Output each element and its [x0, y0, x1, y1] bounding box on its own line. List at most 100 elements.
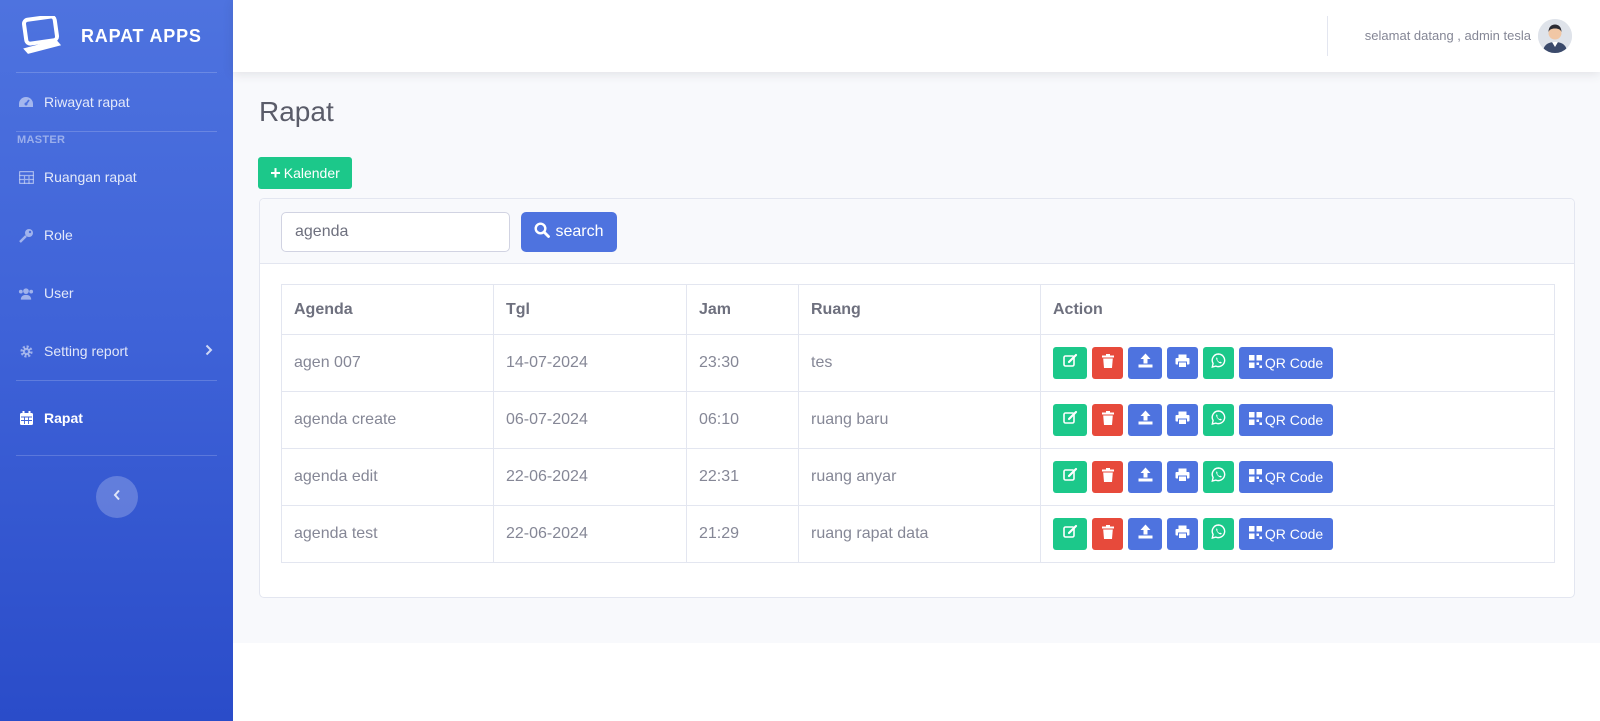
upload-icon: [1138, 410, 1153, 430]
page-title: Rapat: [259, 96, 334, 127]
cell-tgl: 14-07-2024: [493, 334, 687, 392]
trash-icon: [1101, 410, 1114, 430]
edit-icon: [1062, 467, 1078, 487]
delete-button[interactable]: [1092, 347, 1123, 379]
sidebar-item-riwayat-rapat[interactable]: Riwayat rapat: [0, 73, 233, 131]
row-actions: QR Code: [1053, 518, 1542, 550]
kalender-button-label: Kalender: [283, 165, 340, 181]
sidebar-item-label: Rapat: [44, 410, 83, 426]
whatsapp-icon: [1211, 524, 1226, 544]
main-content: Rapat + Kalender search Agenda Tgl Jam: [233, 72, 1600, 643]
edit-button[interactable]: [1053, 461, 1087, 493]
qr-code-button[interactable]: QR Code: [1239, 461, 1333, 493]
welcome-text[interactable]: selamat datang , admin tesla: [1365, 28, 1531, 43]
cell-action: QR Code: [1040, 391, 1555, 449]
upload-button[interactable]: [1128, 404, 1162, 436]
table-row: agenda edit 22-06-2024 22:31 ruang anyar: [281, 448, 1555, 506]
print-icon: [1175, 468, 1190, 487]
qrcode-icon: [1248, 469, 1265, 485]
sidebar-item-ruangan-rapat[interactable]: Ruangan rapat: [0, 148, 233, 206]
qr-code-button[interactable]: QR Code: [1239, 347, 1333, 379]
whatsapp-button[interactable]: [1203, 518, 1234, 550]
print-button[interactable]: [1167, 461, 1198, 493]
column-header-tgl: Tgl: [493, 284, 687, 335]
search-button-label: search: [555, 223, 604, 240]
sidebar-item-rapat[interactable]: Rapat: [0, 381, 233, 455]
column-header-action: Action: [1040, 284, 1555, 335]
qrcode-icon: [1248, 355, 1265, 371]
trash-icon: [1101, 467, 1114, 487]
qr-code-label: QR Code: [1264, 469, 1324, 485]
upload-button[interactable]: [1128, 461, 1162, 493]
sidebar-item-label: Ruangan rapat: [44, 169, 137, 185]
sidebar-item-label: Setting report: [44, 343, 129, 359]
print-icon: [1175, 525, 1190, 544]
upload-button[interactable]: [1128, 518, 1162, 550]
sidebar-item-user[interactable]: User: [0, 264, 233, 322]
edit-icon: [1062, 524, 1078, 544]
chevron-left-icon: [113, 488, 121, 506]
whatsapp-icon: [1211, 467, 1226, 487]
row-actions: QR Code: [1053, 404, 1542, 436]
qr-code-button[interactable]: QR Code: [1239, 404, 1333, 436]
delete-button[interactable]: [1092, 404, 1123, 436]
search-input[interactable]: [281, 212, 510, 252]
whatsapp-icon: [1211, 410, 1226, 430]
edit-button[interactable]: [1053, 347, 1087, 379]
cell-ruang: ruang rapat data: [798, 505, 1041, 563]
whatsapp-button[interactable]: [1203, 404, 1234, 436]
qr-code-button[interactable]: QR Code: [1239, 518, 1333, 550]
whatsapp-button[interactable]: [1203, 461, 1234, 493]
qr-code-label: QR Code: [1264, 412, 1324, 428]
print-button[interactable]: [1167, 404, 1198, 436]
cell-jam: 23:30: [686, 334, 799, 392]
print-button[interactable]: [1167, 518, 1198, 550]
kalender-button[interactable]: + Kalender: [258, 157, 352, 189]
print-button[interactable]: [1167, 347, 1198, 379]
edit-button[interactable]: [1053, 518, 1087, 550]
cell-action: QR Code: [1040, 505, 1555, 563]
calendar-icon: [18, 410, 34, 426]
cell-action: QR Code: [1040, 448, 1555, 506]
rapat-card: search Agenda Tgl Jam Ruang Action agen …: [259, 198, 1575, 598]
column-header-agenda: Agenda: [281, 284, 494, 335]
upload-button[interactable]: [1128, 347, 1162, 379]
brand[interactable]: RAPAT APPS: [0, 0, 233, 72]
table-row: agen 007 14-07-2024 23:30 tes QR Code: [281, 334, 1555, 392]
sidebar-heading-master: MASTER: [17, 134, 66, 146]
sidebar-toggle-button[interactable]: [96, 476, 138, 518]
sidebar: RAPAT APPS Riwayat rapat MASTER Ruangan …: [0, 0, 233, 721]
sidebar-item-label: Role: [44, 227, 73, 243]
cell-tgl: 22-06-2024: [493, 448, 687, 506]
sidebar-item-setting-report[interactable]: Setting report: [0, 322, 233, 380]
edit-button[interactable]: [1053, 404, 1087, 436]
whatsapp-button[interactable]: [1203, 347, 1234, 379]
column-header-jam: Jam: [686, 284, 799, 335]
row-actions: QR Code: [1053, 461, 1542, 493]
table-icon: [18, 169, 34, 185]
upload-icon: [1138, 467, 1153, 487]
cell-ruang: tes: [798, 334, 1041, 392]
delete-button[interactable]: [1092, 518, 1123, 550]
sidebar-divider: [16, 455, 217, 456]
sidebar-item-label: User: [44, 285, 74, 301]
cell-ruang: ruang baru: [798, 391, 1041, 449]
avatar[interactable]: [1538, 19, 1572, 53]
search-button[interactable]: search: [521, 212, 617, 252]
cell-action: QR Code: [1040, 334, 1555, 392]
print-icon: [1175, 411, 1190, 430]
cell-agenda: agenda create: [281, 391, 494, 449]
table-row: agenda test 22-06-2024 21:29 ruang rapat…: [281, 505, 1555, 563]
topbar-divider: [1327, 16, 1328, 56]
delete-button[interactable]: [1092, 461, 1123, 493]
topbar: selamat datang , admin tesla: [233, 0, 1600, 72]
cell-jam: 21:29: [686, 505, 799, 563]
trash-icon: [1101, 524, 1114, 544]
chevron-right-icon: [205, 343, 213, 359]
cell-tgl: 06-07-2024: [493, 391, 687, 449]
cell-jam: 06:10: [686, 391, 799, 449]
users-icon: [18, 285, 34, 301]
sidebar-item-role[interactable]: Role: [0, 206, 233, 264]
edit-icon: [1062, 410, 1078, 430]
cell-tgl: 22-06-2024: [493, 505, 687, 563]
